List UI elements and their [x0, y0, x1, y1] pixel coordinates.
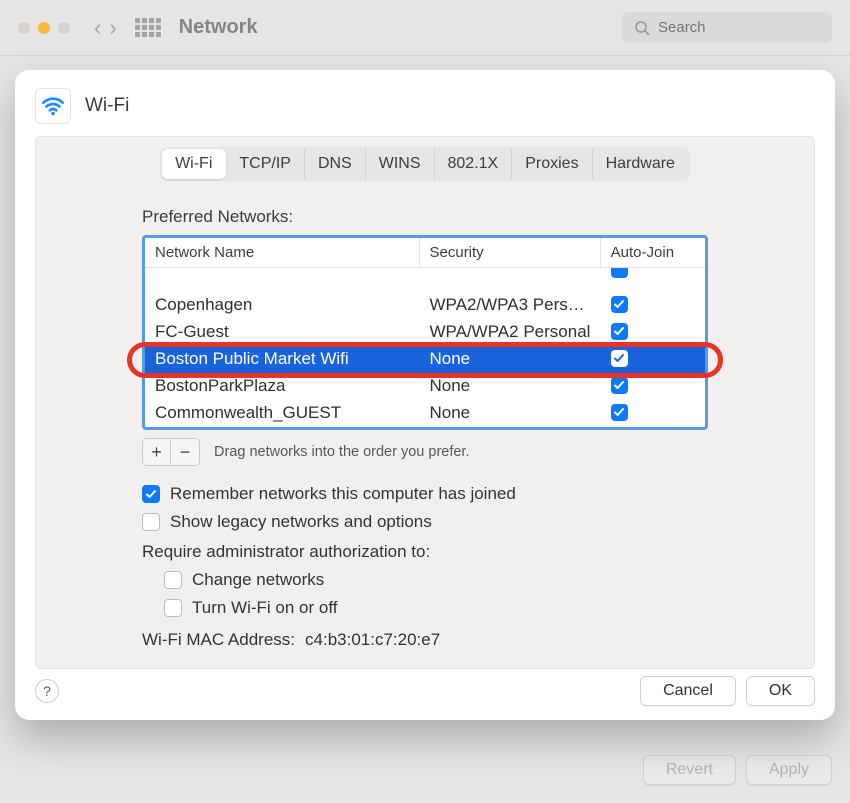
- show-legacy-checkbox[interactable]: [142, 513, 160, 531]
- all-prefs-icon[interactable]: [135, 18, 161, 37]
- auth-toggle-wifi-checkbox[interactable]: [164, 599, 182, 617]
- cell-security: WPA/WPA2 Personal: [420, 319, 601, 346]
- cell-security: None: [420, 373, 601, 400]
- cell-network-name: Copenhagen: [145, 292, 420, 319]
- autojoin-checkbox[interactable]: [611, 377, 628, 394]
- cell-network-name: BostonParkPlaza: [145, 373, 420, 400]
- cell-network-name: Boston Public Market Wifi: [145, 346, 420, 373]
- autojoin-checkbox[interactable]: [611, 404, 628, 421]
- sheet-title: Wi-Fi: [85, 95, 129, 117]
- cell-security: WPA2/WPA3 Personal: [420, 292, 601, 319]
- drag-hint: Drag networks into the order you prefer.: [214, 444, 470, 460]
- tab-wifi[interactable]: Wi-Fi: [162, 149, 226, 179]
- tab-hardware[interactable]: Hardware: [593, 149, 688, 179]
- remove-network-button[interactable]: −: [171, 439, 199, 465]
- table-row[interactable]: BostonParkPlazaNone: [145, 373, 705, 400]
- table-row[interactable]: FC-GuestWPA/WPA2 Personal: [145, 319, 705, 346]
- table-row[interactable]: CopenhagenWPA2/WPA3 Personal: [145, 292, 705, 319]
- search-icon: [634, 20, 650, 36]
- col-security[interactable]: Security: [420, 238, 601, 267]
- autojoin-checkbox[interactable]: [611, 350, 628, 367]
- preferred-networks-table[interactable]: Network Name Security Auto-Join Copenhag…: [142, 235, 708, 430]
- tab-wins[interactable]: WINS: [366, 149, 435, 179]
- search-field[interactable]: [622, 12, 832, 43]
- cancel-button[interactable]: Cancel: [640, 676, 736, 706]
- zoom-window-icon[interactable]: [58, 22, 70, 34]
- minimize-window-icon[interactable]: [38, 22, 50, 34]
- window-traffic-lights: [18, 22, 70, 34]
- table-header: Network Name Security Auto-Join: [145, 238, 705, 268]
- require-admin-label: Require administrator authorization to:: [142, 542, 814, 562]
- table-row[interactable]: [145, 268, 705, 292]
- mac-address-label: Wi-Fi MAC Address:: [142, 630, 295, 650]
- tab-tcpip[interactable]: TCP/IP: [226, 149, 305, 179]
- autojoin-checkbox[interactable]: [611, 296, 628, 313]
- auth-change-networks-label: Change networks: [192, 570, 324, 590]
- cell-network-name: FC-Guest: [145, 319, 420, 346]
- prefs-toolbar: ‹ › Network: [0, 0, 850, 56]
- window-title: Network: [179, 16, 258, 39]
- wifi-advanced-sheet: Wi-Fi Wi-FiTCP/IPDNSWINS802.1XProxiesHar…: [15, 70, 835, 720]
- tab-bar: Wi-FiTCP/IPDNSWINS802.1XProxiesHardware: [160, 147, 690, 181]
- auth-toggle-wifi-label: Turn Wi-Fi on or off: [192, 598, 337, 618]
- autojoin-checkbox[interactable]: [611, 323, 628, 340]
- back-button[interactable]: ‹: [94, 15, 101, 41]
- search-input[interactable]: [656, 18, 820, 37]
- tab-proxies[interactable]: Proxies: [512, 149, 592, 179]
- add-remove-control: + −: [142, 438, 200, 466]
- mac-address-value: c4:b3:01:c7:20:e7: [305, 630, 440, 650]
- revert-button[interactable]: Revert: [643, 755, 736, 785]
- col-network-name[interactable]: Network Name: [145, 238, 420, 267]
- remember-networks-checkbox[interactable]: [142, 485, 160, 503]
- cell-security: None: [420, 400, 601, 427]
- cell-network-name: Commonwealth_GUEST: [145, 400, 420, 427]
- ok-button[interactable]: OK: [746, 676, 815, 706]
- wifi-icon: [35, 88, 71, 124]
- window-footer: Revert Apply: [643, 755, 832, 785]
- table-row[interactable]: Commonwealth_GUESTNone: [145, 400, 705, 427]
- auth-change-networks-checkbox[interactable]: [164, 571, 182, 589]
- cell-security: None: [420, 346, 601, 373]
- show-legacy-label: Show legacy networks and options: [170, 512, 432, 532]
- help-button[interactable]: ?: [35, 679, 59, 703]
- close-window-icon[interactable]: [18, 22, 30, 34]
- content-panel: Wi-FiTCP/IPDNSWINS802.1XProxiesHardware …: [35, 136, 815, 669]
- tab-dns[interactable]: DNS: [305, 149, 366, 179]
- tab-8021x[interactable]: 802.1X: [435, 149, 513, 179]
- apply-button[interactable]: Apply: [746, 755, 832, 785]
- remember-networks-label: Remember networks this computer has join…: [170, 484, 516, 504]
- table-row[interactable]: Boston Public Market WifiNone: [145, 346, 705, 373]
- col-autojoin[interactable]: Auto-Join: [601, 238, 705, 267]
- preferred-networks-label: Preferred Networks:: [142, 207, 814, 227]
- forward-button[interactable]: ›: [109, 15, 116, 41]
- add-network-button[interactable]: +: [143, 439, 171, 465]
